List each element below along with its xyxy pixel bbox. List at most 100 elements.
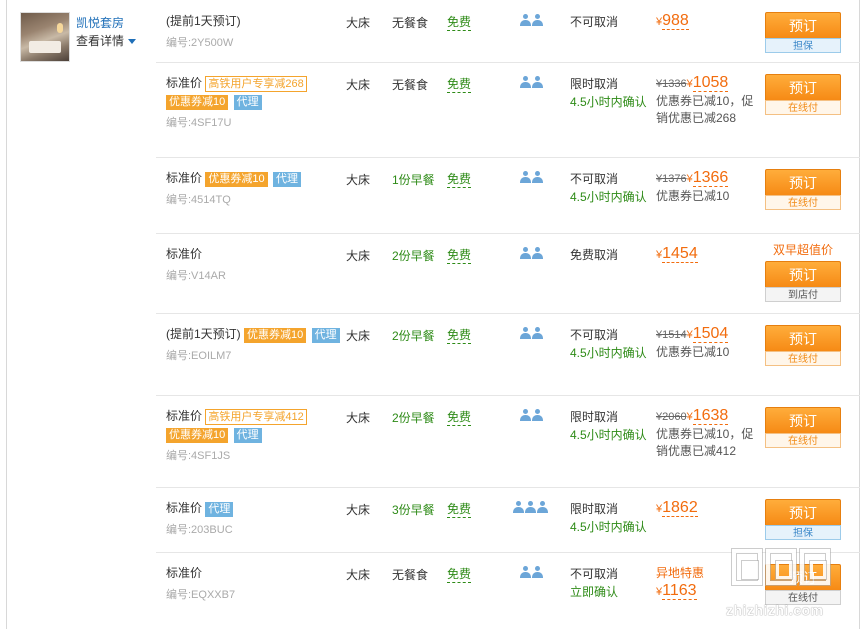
promo-tag[interactable]: 代理 [233, 428, 262, 443]
meal-plan: 3份早餐 [392, 503, 435, 517]
payment-type-badge: 担保 [765, 525, 841, 540]
book-button[interactable]: 预订 [765, 261, 841, 287]
payment-type-badge: 在线付 [765, 590, 841, 605]
book-button[interactable]: 预订 [765, 12, 841, 38]
price[interactable]: 1163 [662, 582, 697, 600]
meal-plan: 无餐食 [392, 568, 429, 582]
promo-tag[interactable]: 优惠券减10 [205, 172, 268, 187]
plan-code: 编号:EQXXB7 [166, 589, 236, 601]
person-icon [520, 171, 531, 184]
confirm-time: 4.5小时内确认 [570, 346, 647, 360]
price[interactable]: 1454 [662, 245, 698, 263]
cancel-policy-text[interactable]: 限时取消 [570, 408, 647, 426]
book-button[interactable]: 预订 [765, 325, 841, 351]
person-icon [532, 76, 543, 89]
book-button[interactable]: 预订 [765, 169, 841, 195]
bed-type: 大床 [346, 16, 371, 30]
price[interactable]: 1862 [662, 499, 698, 517]
booking: 预订 担保 [765, 499, 841, 540]
occupancy [520, 247, 544, 263]
rate-plan-row: 标准价 编号:V14AR 大床 2份早餐 免费 免费取消 ¥1454 双早超值价 预订 到店付 [156, 233, 860, 314]
special-offer-label: 异地特惠 [656, 566, 705, 580]
price-block: ¥2060¥1638 优惠券已减10，促销优惠已减412 [656, 407, 760, 460]
rate-plan-row: (提前1天预订) 编号:2Y500W 大床 无餐食 免费 不可取消 ¥988 预订 担保 [156, 0, 860, 63]
chevron-down-icon [128, 39, 137, 45]
free-wifi-label[interactable]: 免费 [447, 15, 472, 31]
occupancy [520, 566, 544, 582]
payment-type-badge: 担保 [765, 38, 841, 53]
promo-tag[interactable]: 优惠券减10 [166, 95, 229, 110]
cancel-policy: 限时取消 4.5小时内确认 [570, 75, 647, 111]
room-name-link[interactable]: 凯悦套房 [76, 14, 124, 31]
book-button[interactable]: 预订 [765, 407, 841, 433]
currency-symbol: ¥ [686, 173, 693, 185]
price[interactable]: 1366 [692, 169, 729, 187]
price[interactable]: 988 [662, 12, 689, 30]
confirm-time: 4.5小时内确认 [570, 520, 647, 534]
plan-info: 标准价 编号:EQXXB7 [166, 564, 346, 604]
promo-tag[interactable]: 代理 [205, 502, 234, 517]
promo-tag[interactable]: 代理 [311, 328, 340, 343]
cancel-policy-text[interactable]: 不可取消 [570, 326, 647, 344]
free-wifi-label[interactable]: 免费 [447, 248, 472, 264]
plan-name: 标准价 [166, 247, 203, 261]
cancel-policy: 不可取消 4.5小时内确认 [570, 326, 647, 362]
promo-tag[interactable]: 代理 [272, 172, 301, 187]
meal-plan: 无餐食 [392, 78, 429, 92]
discount-note: 优惠券已减10 [656, 189, 730, 203]
discount-note: 优惠券已减10，促销优惠已减412 [656, 427, 754, 458]
bed-type: 大床 [346, 503, 371, 517]
promo-tag[interactable]: 高铁用户专享减268 [205, 76, 307, 92]
price-block: 异地特惠 ¥1163 [656, 564, 704, 601]
booking: 预订 在线付 [765, 564, 841, 605]
view-details-link[interactable]: 查看详情 [76, 32, 137, 49]
meal-plan: 2份早餐 [392, 249, 435, 263]
room-photo[interactable] [20, 12, 70, 62]
bed-type: 大床 [346, 411, 371, 425]
cancel-policy-text[interactable]: 限时取消 [570, 75, 647, 93]
price[interactable]: 1638 [692, 407, 729, 425]
promo-tag[interactable]: 优惠券减10 [166, 428, 229, 443]
free-wifi-label[interactable]: 免费 [447, 172, 472, 188]
price[interactable]: 1058 [692, 74, 729, 92]
book-button[interactable]: 预订 [765, 564, 841, 590]
free-wifi-label[interactable]: 免费 [447, 567, 472, 583]
cancel-policy-text[interactable]: 限时取消 [570, 500, 647, 518]
plan-code: 编号:4514TQ [166, 194, 231, 206]
occupancy [520, 327, 544, 343]
payment-type-badge: 在线付 [765, 351, 841, 366]
occupancy [520, 409, 544, 425]
meal-plan: 无餐食 [392, 16, 429, 30]
bed-type: 大床 [346, 329, 371, 343]
free-wifi-label[interactable]: 免费 [447, 328, 472, 344]
discount-note: 优惠券已减10 [656, 345, 730, 359]
plan-name: 标准价 [166, 501, 203, 515]
payment-type-badge: 在线付 [765, 100, 841, 115]
person-icon [513, 501, 524, 514]
free-wifi-label[interactable]: 免费 [447, 410, 472, 426]
book-button[interactable]: 预订 [765, 499, 841, 525]
promo-tag[interactable]: 高铁用户专享减412 [205, 409, 307, 425]
payment-type-badge: 到店付 [765, 287, 841, 302]
cancel-policy-text[interactable]: 不可取消 [570, 13, 618, 31]
free-wifi-label[interactable]: 免费 [447, 77, 472, 93]
cancel-policy: 限时取消 4.5小时内确认 [570, 500, 647, 536]
view-details-label: 查看详情 [76, 34, 125, 48]
book-button[interactable]: 预订 [765, 74, 841, 100]
promo-tag[interactable]: 代理 [233, 95, 262, 110]
cancel-policy-text[interactable]: 不可取消 [570, 170, 647, 188]
free-wifi-label[interactable]: 免费 [447, 502, 472, 518]
rate-plan-row: 标准价 优惠券减10 代理 编号:4514TQ 大床 1份早餐 免费 不可取消 4.5小时内… [156, 157, 860, 234]
cancel-policy: 限时取消 4.5小时内确认 [570, 408, 647, 444]
promo-tag[interactable]: 优惠券减10 [244, 328, 307, 343]
cancel-policy-text[interactable]: 不可取消 [570, 565, 618, 583]
person-icon [532, 566, 543, 579]
occupancy [520, 76, 544, 92]
room-photo-lamp [57, 23, 63, 33]
payment-type-badge: 在线付 [765, 195, 841, 210]
plan-info: (提前1天预订) 编号:2Y500W [166, 12, 346, 52]
price[interactable]: 1504 [692, 325, 729, 343]
plan-code: 编号:V14AR [166, 270, 226, 282]
meal-plan: 2份早餐 [392, 329, 435, 343]
cancel-policy-text[interactable]: 免费取消 [570, 246, 618, 264]
